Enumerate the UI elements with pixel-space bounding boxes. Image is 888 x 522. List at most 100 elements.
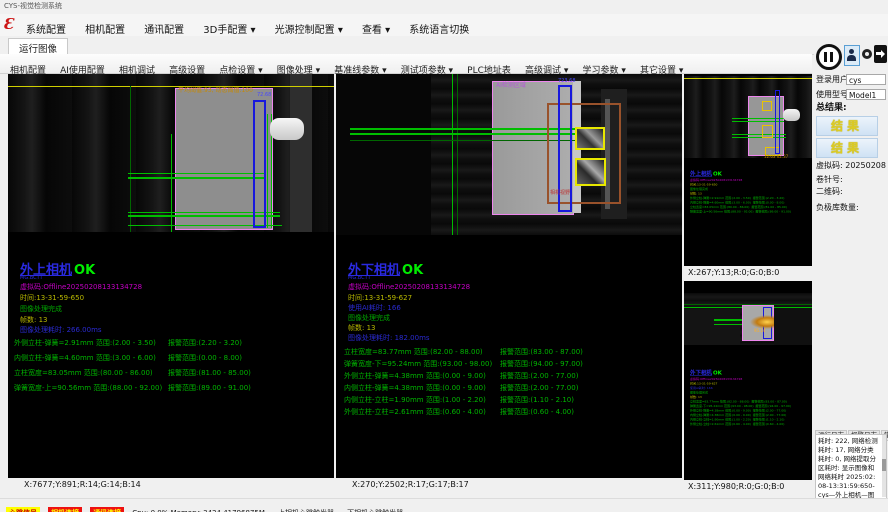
settings-button[interactable]	[861, 47, 873, 62]
overlay-blue-gauge	[253, 100, 266, 228]
process-done-line: 图像处理完成	[348, 315, 390, 323]
camera-subtitle: MG.BCTT	[20, 276, 43, 282]
menu-light-config[interactable]: 光源控制配置 ▾	[275, 21, 343, 36]
mini-result-text: 外上相机OK 虚拟码:Offline20250208133134728 时间:1…	[690, 168, 812, 214]
camera-view-upper[interactable]: 72.68 平均阈值:93, 动态阈值:100 外上相机OK MG.BCTT 虚…	[8, 74, 334, 478]
overlay-yellow-box	[575, 127, 605, 150]
ok-status: OK	[74, 264, 95, 278]
virtual-code-line: 虚拟码:Offline20250208133134728	[348, 284, 470, 292]
ai-region-label: AI检测区域	[496, 83, 526, 90]
elapsed-line: 图像处理耗时: 266.00ms	[20, 327, 102, 335]
measurement-row: 立柱宽度=83.05mm 范围:(80.00 - 86.00)	[14, 370, 153, 378]
window-title: CYS-视觉检测系统	[4, 3, 62, 11]
overlay-green-vline	[452, 74, 453, 235]
exit-button[interactable]	[874, 45, 887, 63]
camera-image-lower: 723.68 AI检测区域 相机视野	[336, 74, 682, 235]
virtual-code-line: 虚拟码:Offline20250208133134728	[20, 284, 142, 292]
pause-button[interactable]	[816, 44, 842, 70]
measurement-row: 外侧立柱-立柱=2.61mm 范围:(0.60 - 4.00)	[344, 409, 486, 417]
log-scrollbar[interactable]	[882, 435, 886, 497]
menu-camera-config[interactable]: 相机配置	[85, 21, 125, 36]
tab-row: 运行图像	[0, 36, 888, 55]
menu-system-config[interactable]: 系统配置	[26, 21, 66, 36]
side-panel: 登录用户: cys 使用型号: Model1 总结果: 结果 结果 虚拟码: 2…	[814, 40, 888, 510]
camera-name: 外上相机	[690, 171, 712, 178]
window-titlebar: CYS-视觉检测系统	[0, 0, 888, 14]
image-dark-band	[336, 74, 431, 235]
alarm-range: 报警范围:(2.00 - 77.00)	[500, 373, 578, 381]
log-scrollbar-thumb[interactable]	[882, 459, 886, 471]
mini-image-upper: 12.03 62.37	[684, 76, 812, 158]
alarm-range: 报警范围:(2.20 - 3.20)	[168, 340, 242, 348]
ok-status: OK	[713, 370, 722, 377]
mini-overlay-values: 12.03 62.37	[764, 155, 788, 159]
measurement-row: 内侧立柱-立柱=1.90mm 范围:(1.00 - 2.20)	[344, 397, 486, 405]
camera-name: 外下相机	[690, 370, 712, 377]
alarm-range: 报警范围:(81.00 - 85.00)	[168, 370, 251, 378]
menu-view[interactable]: 查看 ▾	[362, 21, 390, 36]
exit-arrow-icon	[881, 50, 885, 58]
pause-icon	[824, 52, 827, 62]
alarm-range: 报警范围:(89.00 - 91.00)	[168, 385, 251, 393]
mini-view-lower[interactable]: 95.24 外下相机OK 虚拟码:Offline2025020813313472…	[684, 281, 812, 480]
measurement-row: 弹簧宽度-上=90.56mm 范围:(88.00 - 92.00)	[14, 385, 162, 393]
overlay-yellow-box	[762, 101, 772, 111]
process-done-line: 图像处理完成	[20, 306, 62, 314]
gear-icon	[862, 49, 872, 59]
menu-language[interactable]: 系统语言切换	[409, 21, 469, 36]
bottom-margin	[0, 512, 888, 522]
frame-count-line: 帧数: 13	[20, 317, 48, 325]
connector-blob	[270, 118, 304, 140]
model-input[interactable]: Model1	[846, 89, 886, 100]
measurement-row: 外侧立柱-立柱=2.61mm 范围:(0.60 - 4.00) 报警范围:(0.…	[690, 422, 812, 427]
mini-image-lower: 95.24	[684, 293, 812, 345]
ok-status: OK	[713, 171, 722, 178]
mini-overlay-values: 95.24	[754, 329, 765, 333]
menu-3d-config[interactable]: 3D手配置 ▾	[203, 21, 255, 36]
measurement-row: 内侧立柱-弹簧=4.60mm 范围:(3.00 - 6.00)	[14, 355, 156, 363]
time-line: 时间:13-31-59-627	[348, 295, 412, 303]
login-user-input[interactable]: cys	[846, 74, 886, 85]
qr-code-label: 二维码:	[816, 188, 843, 197]
camera-view-lower[interactable]: 723.68 AI检测区域 相机视野 外下相机OK MG.BCTT 虚拟码:Of…	[336, 74, 682, 478]
overlay-yellow-box	[762, 125, 773, 138]
time-line: 时间:13-31-59-650	[20, 295, 84, 303]
measurement-row: 立柱宽度=83.77mm 范围:(82.00 - 88.00)	[344, 349, 483, 357]
overlay-green-vline	[171, 134, 172, 232]
machine-part	[774, 309, 812, 345]
threshold-label: 平均阈值:93, 动态阈值:100	[178, 88, 253, 95]
overlay-blue-value: 72.68	[257, 93, 271, 99]
frame-count-line: 帧数: 13	[348, 325, 376, 333]
user-button[interactable]	[844, 45, 860, 66]
pause-icon	[830, 52, 833, 62]
roi-label: 相机视野	[550, 191, 570, 197]
log-text: 耗时: 222, 网络检测耗时: 17, 网络分类耗时: 0, 网络提取分区耗时…	[818, 437, 878, 500]
alarm-range: 报警范围:(1.10 - 2.10)	[500, 397, 574, 405]
ok-status: OK	[402, 264, 423, 278]
overlay-green-hline	[714, 319, 742, 321]
user-icon	[847, 55, 856, 61]
pixel-readout-upper: X:7677;Y:891;R:14;G:14;B:14	[8, 478, 334, 492]
overlay-green-vline	[457, 74, 458, 235]
elapsed-line: 图像处理耗时: 182.00ms	[348, 335, 430, 343]
menubar: Ɛ 系统配置 相机配置 通讯配置 3D手配置 ▾ 光源控制配置 ▾ 查看 ▾ 系…	[0, 14, 888, 37]
overlay-blue-gauge	[775, 90, 780, 154]
mini-result-text: 外下相机OK 虚拟码:Offline20250208133134728 时间:1…	[690, 367, 812, 426]
menu-items: 系统配置 相机配置 通讯配置 3D手配置 ▾ 光源控制配置 ▾ 查看 ▾ 系统语…	[26, 18, 483, 37]
overlay-yellow-box	[575, 158, 606, 186]
overlay-yellow-line	[684, 78, 812, 79]
toolbar: 相机配置 AI使用配置 相机调试 高级设置 点检设置 ▾ 图像处理 ▾ 基准线参…	[0, 54, 812, 74]
overlay-green-hline	[128, 173, 266, 174]
user-icon	[849, 49, 854, 54]
mini-view-upper[interactable]: 12.03 62.37 外上相机OK 虚拟码:Offline2025020813…	[684, 74, 812, 266]
measurement-row: 内侧立柱-弹簧=4.38mm 范围:(0.00 - 9.00)	[344, 385, 486, 393]
log-output-box[interactable]: 耗时: 222, 网络检测耗时: 17, 网络分类耗时: 0, 网络提取分区耗时…	[815, 434, 887, 500]
connector-blob	[783, 109, 800, 121]
app-window: CYS-视觉检测系统 Ɛ 系统配置 相机配置 通讯配置 3D手配置 ▾ 光源控制…	[0, 0, 888, 512]
result-badge-upper: 结果	[816, 116, 878, 136]
overlay-green-hline	[714, 324, 742, 325]
overlay-blue-value: 723.68	[558, 79, 576, 85]
pixel-readout-mini-upper: X:267;Y:13;R:0;G:0;B:0	[684, 266, 812, 279]
menu-comm-config[interactable]: 通讯配置	[144, 21, 184, 36]
measurement-row: 外侧立柱-弹簧=4.38mm 范围:(0.00 - 9.00)	[344, 373, 486, 381]
